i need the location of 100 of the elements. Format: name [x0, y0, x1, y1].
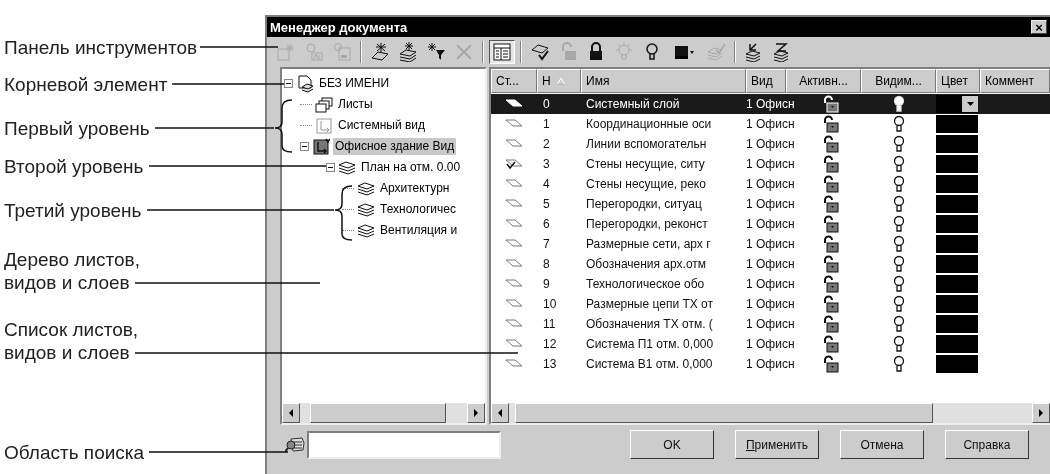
column-header[interactable]: Активн...: [786, 69, 861, 93]
lightbulb-icon[interactable]: [891, 135, 906, 153]
unlock-icon[interactable]: [822, 275, 839, 293]
table-cell-text: 1 Офисн: [746, 256, 795, 273]
unlock-icon[interactable]: [822, 255, 839, 273]
unlock-icon[interactable]: [822, 95, 839, 113]
table-row[interactable]: 3 Стены несущие, ситу 1 Офисн: [491, 154, 1050, 174]
color-swatch[interactable]: [936, 235, 978, 253]
unlock-icon[interactable]: [822, 235, 839, 253]
lightbulb-icon[interactable]: [891, 355, 906, 373]
tree-item[interactable]: Офисное здание Вид: [333, 138, 457, 155]
color-swatch[interactable]: [936, 295, 978, 313]
lightbulb-icon[interactable]: [891, 115, 906, 133]
unlock-icon[interactable]: [822, 315, 839, 333]
column-header[interactable]: Вид: [746, 69, 786, 93]
dialog-button[interactable]: Отмена: [840, 430, 924, 459]
color-swatch[interactable]: [936, 255, 978, 273]
table-row[interactable]: 8 Обозначения арх.отм 1 Офисн: [491, 254, 1050, 274]
lightbulb-icon[interactable]: [891, 335, 906, 353]
color-swatch[interactable]: [936, 95, 978, 113]
table-cell-text: 12: [543, 336, 557, 353]
color-swatch[interactable]: [936, 175, 978, 193]
color-swatch[interactable]: [936, 135, 978, 153]
table-row[interactable]: 7 Размерные сети, арх г 1 Офисн: [491, 234, 1050, 254]
unlock-icon[interactable]: [822, 355, 839, 373]
table-cell-text: 1 Офисн: [746, 216, 795, 233]
table-row[interactable]: 1 Координационные оси 1 Офисн: [491, 114, 1050, 134]
column-header[interactable]: Ст...: [491, 69, 537, 93]
column-header[interactable]: Коммент: [980, 69, 1050, 93]
table-row[interactable]: 13 Система В1 отм. 0,000 1 Офисн: [491, 354, 1050, 374]
unlock-icon[interactable]: [822, 135, 839, 153]
table-cell-text: 8: [543, 256, 550, 273]
scroll-thumb[interactable]: [515, 403, 933, 423]
search-icon: [285, 434, 305, 455]
search-field[interactable]: [307, 430, 501, 459]
unlock-icon[interactable]: [822, 175, 839, 193]
tree-item[interactable]: Системный вид: [336, 117, 428, 134]
column-header[interactable]: Видим...: [861, 69, 936, 93]
color-swatch[interactable]: [936, 215, 978, 233]
color-swatch[interactable]: [936, 195, 978, 213]
color-swatch[interactable]: [936, 155, 978, 173]
table-cell-text: 6: [543, 216, 550, 233]
unlock-icon[interactable]: [822, 195, 839, 213]
dialog-button[interactable]: Справка: [945, 430, 1029, 459]
lightbulb-icon[interactable]: [891, 275, 906, 293]
color-swatch[interactable]: [936, 315, 978, 333]
tree-item[interactable]: План на отм. 0.00: [359, 159, 463, 176]
column-header[interactable]: Н: [537, 69, 581, 93]
color-swatch[interactable]: [936, 335, 978, 353]
table-row[interactable]: 9 Технологическое обо 1 Офисн: [491, 274, 1050, 294]
table-cell-text: 1 Офисн: [746, 316, 795, 333]
lightbulb-icon[interactable]: [891, 175, 906, 193]
table-row[interactable]: 5 Перегородки, ситуац 1 Офисн: [491, 194, 1050, 214]
lightbulb-icon[interactable]: [891, 95, 906, 113]
curly-brace: [274, 99, 293, 153]
table-row[interactable]: 11 Обозначения ТХ отм. ( 1 Офисн: [491, 314, 1050, 334]
dialog-button[interactable]: OK: [630, 430, 714, 459]
tree-item[interactable]: Вентиляция и: [378, 222, 460, 239]
table-cell-text: Координационные оси: [586, 116, 712, 133]
color-swatch[interactable]: [936, 355, 978, 373]
lightbulb-icon[interactable]: [891, 235, 906, 253]
unlock-icon[interactable]: [822, 295, 839, 313]
table-row[interactable]: 10 Размерные цепи ТХ от 1 Офисн: [491, 294, 1050, 314]
unlock-icon[interactable]: [822, 335, 839, 353]
column-header[interactable]: Имя: [581, 69, 746, 93]
table-row[interactable]: 0 Системный слой 1 Офисн: [491, 94, 1050, 114]
table-cell-text: 1 Офисн: [746, 336, 795, 353]
lightbulb-icon[interactable]: [891, 295, 906, 313]
callout-label: Список листов, видов и слоев: [4, 318, 139, 364]
dialog-button[interactable]: Применить: [735, 430, 819, 459]
table-cell-text: Система В1 отм. 0,000: [586, 356, 713, 373]
scrollbar[interactable]: [282, 403, 485, 423]
scroll-thumb[interactable]: [310, 403, 446, 423]
tree-item[interactable]: Технологичес: [378, 201, 458, 218]
tree-item[interactable]: Листы: [336, 96, 375, 113]
table-row[interactable]: 2 Линии вспомогательн 1 Офисн: [491, 134, 1050, 154]
table-row[interactable]: 4 Стены несущие, реко 1 Офисн: [491, 174, 1050, 194]
scrollbar[interactable]: [491, 403, 1050, 423]
color-swatch[interactable]: [936, 115, 978, 133]
expander-icon[interactable]: [326, 163, 335, 172]
lightbulb-icon[interactable]: [891, 215, 906, 233]
expander-icon[interactable]: [300, 142, 309, 151]
expander-icon[interactable]: [284, 79, 293, 88]
unlock-icon[interactable]: [822, 215, 839, 233]
list-view-icon[interactable]: [489, 40, 515, 64]
sheets-icon: [315, 95, 333, 114]
tree-item[interactable]: БЕЗ ИМЕНИ: [317, 75, 392, 92]
unlock-icon[interactable]: [822, 115, 839, 133]
tree-item[interactable]: Архитектурн: [378, 180, 452, 197]
table-row[interactable]: 12 Система П1 отм. 0,000 1 Офисн: [491, 334, 1050, 354]
table-cell-text: 1 Офисн: [746, 156, 795, 173]
lightbulb-icon[interactable]: [891, 155, 906, 173]
lightbulb-icon[interactable]: [891, 255, 906, 273]
close-button[interactable]: ×: [1031, 20, 1047, 34]
unlock-icon[interactable]: [822, 155, 839, 173]
table-row[interactable]: 6 Перегородки, реконст 1 Офисн: [491, 214, 1050, 234]
lightbulb-icon[interactable]: [891, 195, 906, 213]
lightbulb-icon[interactable]: [891, 315, 906, 333]
column-header[interactable]: Цвет: [936, 69, 980, 93]
color-swatch[interactable]: [936, 275, 978, 293]
